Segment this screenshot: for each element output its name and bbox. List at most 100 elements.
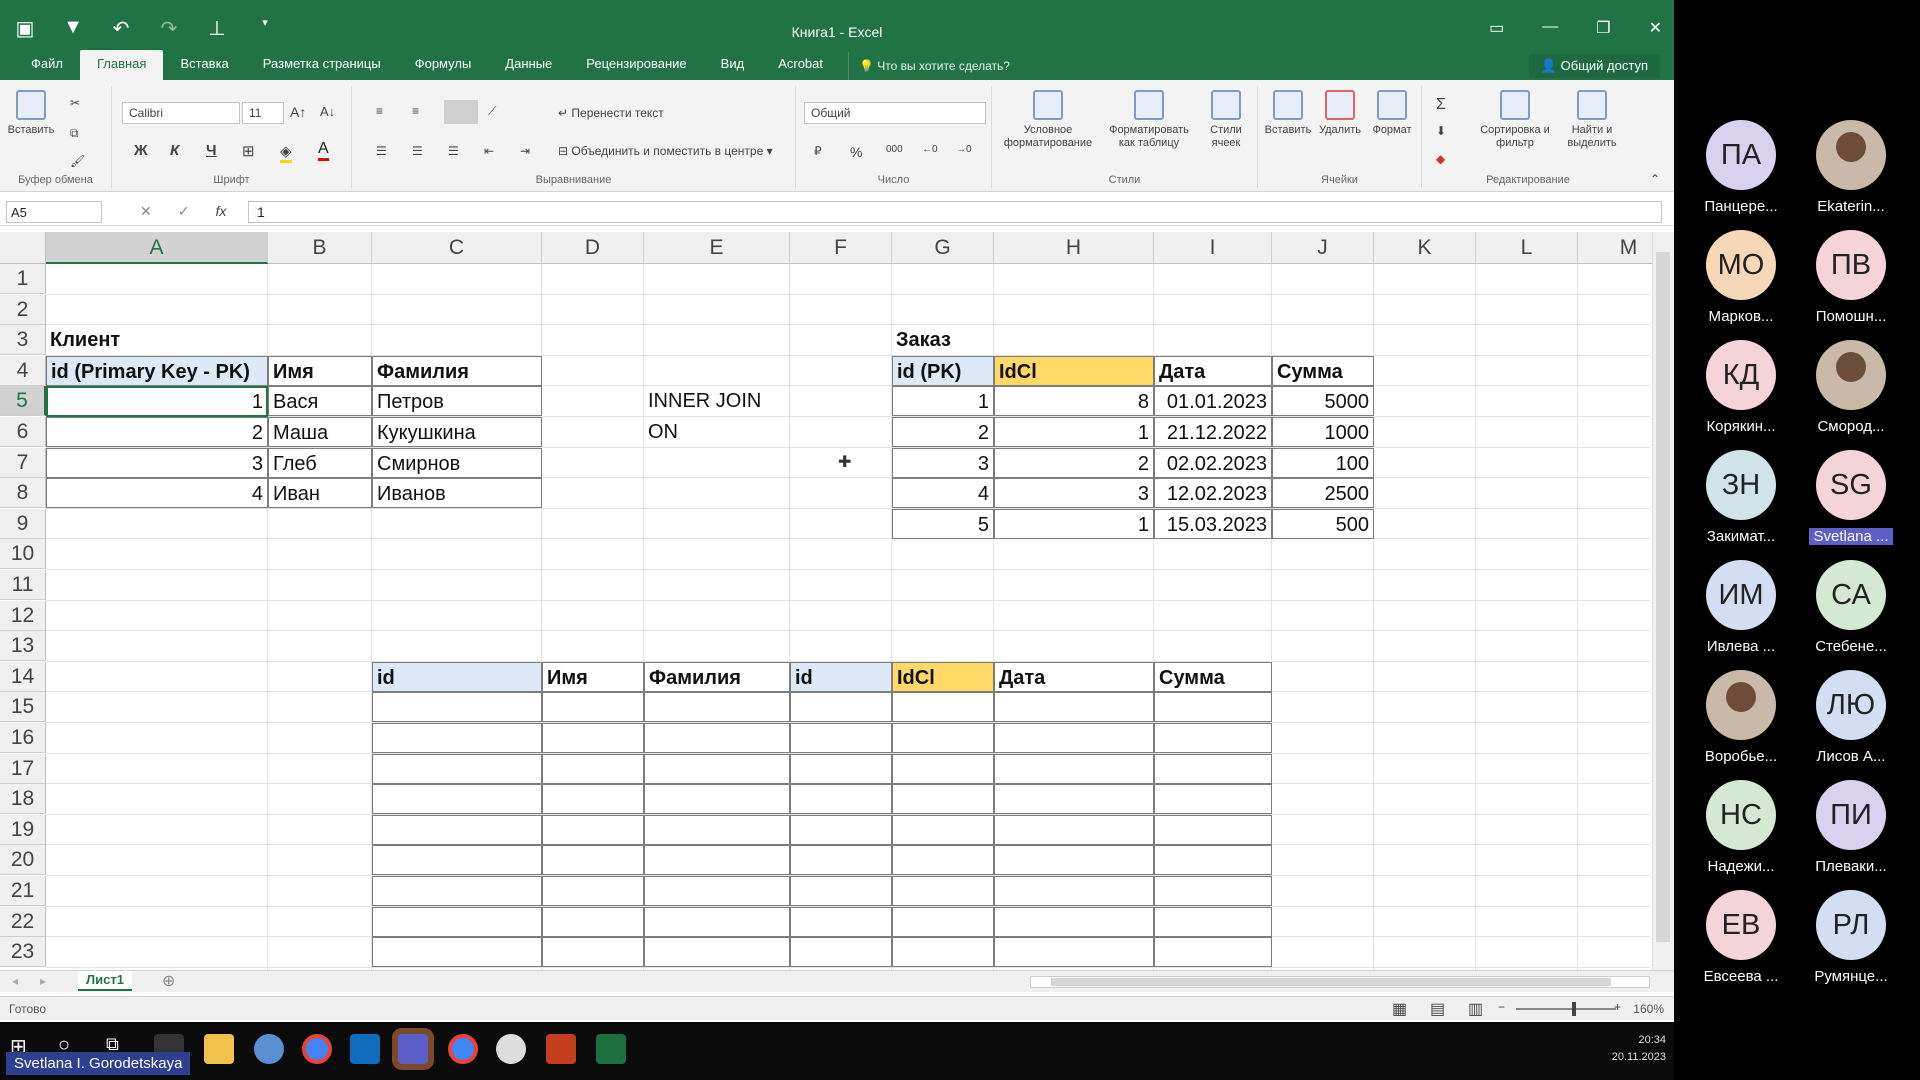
order-table-cell[interactable]: 15.03.2023 xyxy=(1154,508,1272,539)
result-empty-cell[interactable] xyxy=(994,906,1154,937)
file-explorer-icon[interactable] xyxy=(204,1034,234,1064)
result-empty-cell[interactable] xyxy=(892,723,994,753)
tab-data[interactable]: Данные xyxy=(488,50,569,80)
client-table-cell[interactable]: Петров xyxy=(372,386,542,417)
result-empty-cell[interactable] xyxy=(892,784,994,815)
order-table-cell[interactable]: 21.12.2022 xyxy=(1154,417,1272,447)
order-header-cell[interactable]: Дата xyxy=(1154,355,1272,386)
page-layout-view-icon[interactable]: ▤ xyxy=(1430,999,1445,1019)
order-table-cell[interactable]: 1 xyxy=(892,386,994,417)
tab-home[interactable]: Главная xyxy=(79,50,164,80)
find-select-button[interactable]: Найти и выделить xyxy=(1556,90,1628,150)
result-empty-cell[interactable] xyxy=(372,814,542,845)
row-header-20[interactable]: 20 xyxy=(0,845,46,876)
order-table-cell[interactable]: 12.02.2023 xyxy=(1154,478,1272,509)
app-icon[interactable] xyxy=(254,1034,284,1064)
tab-insert[interactable]: Вставка xyxy=(163,50,245,80)
zoom-in-icon[interactable]: + xyxy=(1614,1000,1621,1014)
result-empty-cell[interactable] xyxy=(892,845,994,876)
result-empty-cell[interactable] xyxy=(372,937,542,968)
zoom-slider-thumb[interactable] xyxy=(1572,1002,1576,1016)
chrome-icon[interactable] xyxy=(302,1034,332,1064)
zoom-out-icon[interactable]: − xyxy=(1498,1000,1505,1014)
tell-me-input[interactable]: 💡 Что вы хотите сделать? xyxy=(848,52,1020,80)
client-table-cell[interactable]: Глеб xyxy=(268,447,372,478)
order-header-cell[interactable]: Сумма xyxy=(1272,355,1374,386)
decrease-indent-icon[interactable]: ⇤ xyxy=(484,144,494,158)
order-table-title[interactable]: Заказ xyxy=(892,325,994,355)
row-header-5[interactable]: 5 xyxy=(0,386,46,417)
result-empty-cell[interactable] xyxy=(372,906,542,937)
result-empty-cell[interactable] xyxy=(644,814,790,845)
tab-acrobat[interactable]: Acrobat xyxy=(761,50,840,80)
minimize-icon[interactable]: — xyxy=(1542,18,1558,38)
result-header-cell[interactable]: id xyxy=(790,661,892,692)
decrease-decimal-icon[interactable]: →0 xyxy=(956,144,972,155)
result-empty-cell[interactable] xyxy=(542,723,644,753)
row-header-15[interactable]: 15 xyxy=(0,692,46,723)
prev-sheet-icon[interactable]: ◂ xyxy=(12,974,18,988)
row-header-13[interactable]: 13 xyxy=(0,631,46,662)
column-header-k[interactable]: K xyxy=(1374,232,1476,264)
powerpoint-icon[interactable] xyxy=(546,1034,576,1064)
order-table-cell[interactable]: 2 xyxy=(994,447,1154,478)
result-empty-cell[interactable] xyxy=(644,723,790,753)
borders-icon[interactable]: ⊞ xyxy=(242,142,255,160)
result-header-cell[interactable]: Сумма xyxy=(1154,661,1272,692)
excel-icon[interactable] xyxy=(596,1034,626,1064)
result-empty-cell[interactable] xyxy=(790,814,892,845)
result-empty-cell[interactable] xyxy=(1154,692,1272,723)
sort-filter-button[interactable]: Сортировка и фильтр xyxy=(1478,90,1552,150)
order-table-cell[interactable]: 02.02.2023 xyxy=(1154,447,1272,478)
result-empty-cell[interactable] xyxy=(372,692,542,723)
result-empty-cell[interactable] xyxy=(790,723,892,753)
result-empty-cell[interactable] xyxy=(994,784,1154,815)
align-center-icon[interactable]: ☰ xyxy=(412,144,423,158)
result-empty-cell[interactable] xyxy=(790,753,892,784)
formula-input[interactable]: 1 xyxy=(248,201,1662,223)
next-sheet-icon[interactable]: ▸ xyxy=(40,974,46,988)
result-empty-cell[interactable] xyxy=(644,845,790,876)
order-table-cell[interactable]: 1 xyxy=(994,508,1154,539)
client-table-title[interactable]: Клиент xyxy=(46,325,268,355)
result-header-cell[interactable]: Имя xyxy=(542,661,644,692)
format-cells-button[interactable]: Формат xyxy=(1366,90,1418,137)
font-name-combo[interactable]: Calibri xyxy=(122,102,240,124)
client-table-cell[interactable]: 3 xyxy=(46,447,268,478)
result-empty-cell[interactable] xyxy=(372,753,542,784)
result-header-cell[interactable]: Фамилия xyxy=(644,661,790,692)
result-empty-cell[interactable] xyxy=(644,692,790,723)
order-table-cell[interactable]: 1000 xyxy=(1272,417,1374,447)
result-empty-cell[interactable] xyxy=(892,937,994,968)
insert-cells-button[interactable]: Вставить xyxy=(1262,90,1314,137)
participant-tile[interactable]: СА Стебене... xyxy=(1796,560,1906,655)
share-button[interactable]: 👤 Общий доступ xyxy=(1528,54,1660,78)
column-header-e[interactable]: E xyxy=(644,232,790,264)
client-table-cell[interactable]: 2 xyxy=(46,417,268,447)
tab-page-layout[interactable]: Разметка страницы xyxy=(246,50,398,80)
result-empty-cell[interactable] xyxy=(372,876,542,906)
increase-indent-icon[interactable]: ⇥ xyxy=(520,144,530,158)
bold-button[interactable]: Ж xyxy=(134,142,148,159)
ribbon-display-icon[interactable]: ▭ xyxy=(1489,18,1504,38)
participant-tile[interactable]: РЛ Румянце... xyxy=(1796,890,1906,985)
participant-tile[interactable]: ПИ Плеваки... xyxy=(1796,780,1906,875)
vertical-scroll-thumb[interactable] xyxy=(1656,252,1670,942)
merge-center-button[interactable]: ⊟ Объединить и поместить в центре ▾ xyxy=(558,144,773,158)
result-empty-cell[interactable] xyxy=(542,692,644,723)
order-table-cell[interactable]: 5 xyxy=(892,508,994,539)
result-empty-cell[interactable] xyxy=(994,937,1154,968)
result-empty-cell[interactable] xyxy=(790,845,892,876)
row-header-8[interactable]: 8 xyxy=(0,478,46,509)
normal-view-icon[interactable]: ▦ xyxy=(1392,999,1407,1019)
font-color-icon[interactable]: A xyxy=(318,140,329,161)
cancel-icon[interactable]: ✕ xyxy=(140,203,152,220)
cut-icon[interactable]: ✂ xyxy=(70,96,80,110)
format-painter-icon[interactable]: 🖌 xyxy=(70,154,85,168)
row-header-7[interactable]: 7 xyxy=(0,447,46,478)
on-text[interactable]: ON xyxy=(644,417,790,447)
collapse-ribbon-icon[interactable]: ⌃ xyxy=(1650,172,1660,186)
result-empty-cell[interactable] xyxy=(1154,723,1272,753)
teams-icon[interactable] xyxy=(398,1034,428,1064)
row-header-4[interactable]: 4 xyxy=(0,355,46,386)
